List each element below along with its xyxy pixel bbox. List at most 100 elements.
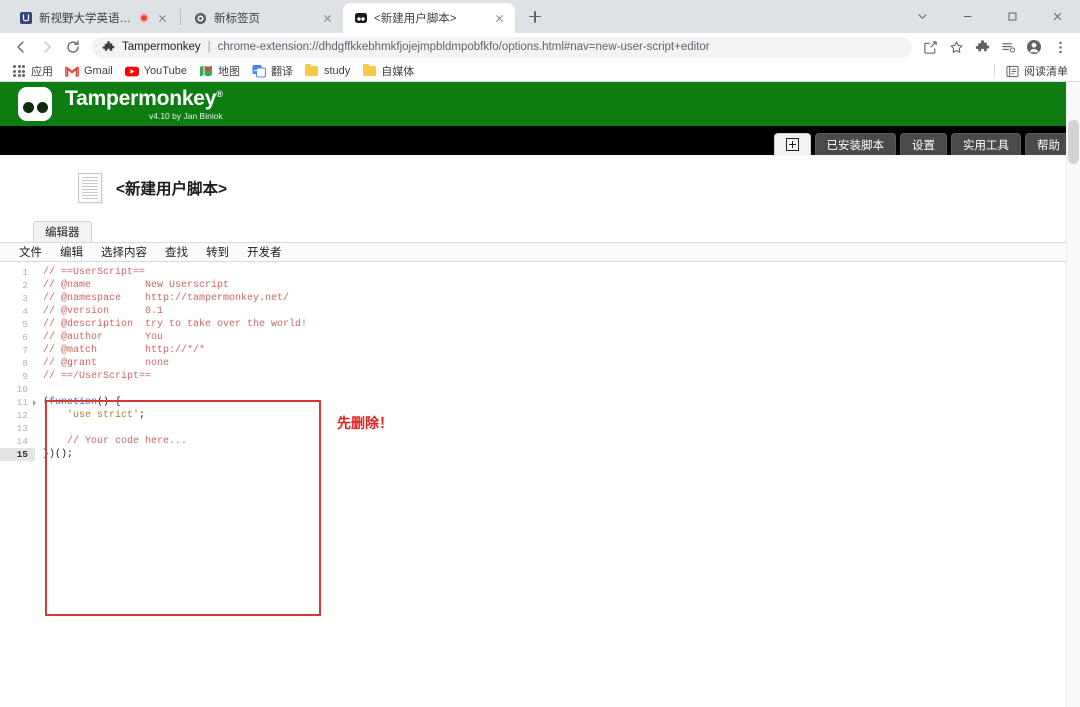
minimize-button[interactable]: [945, 0, 990, 33]
line-number: 14: [16, 436, 28, 447]
globe-icon: [193, 11, 208, 26]
bookmark-label: 自媒体: [381, 66, 415, 78]
annotation-text: 先删除！: [337, 416, 393, 432]
code-line: // @grant none: [35, 357, 1080, 370]
navigation-toolbar: Tampermonkey | chrome-extension://dhdgff…: [0, 33, 1080, 61]
menu-goto[interactable]: 转到: [197, 244, 238, 260]
line-number: 3: [22, 293, 28, 304]
tab-editor[interactable]: 编辑器: [33, 221, 92, 242]
bookmarks-divider: [994, 64, 995, 78]
brand-trademark: ®: [216, 88, 223, 99]
menu-developer[interactable]: 开发者: [238, 244, 291, 260]
line-number: 5: [22, 319, 28, 330]
bookmark-label: study: [323, 65, 351, 77]
script-document-icon: [78, 173, 102, 203]
menu-selection[interactable]: 选择内容: [92, 244, 156, 260]
bookmark-study-folder[interactable]: study: [299, 62, 356, 80]
line-number: 12: [16, 410, 28, 421]
profile-avatar-icon[interactable]: [1022, 35, 1046, 59]
page-scrollbar-track[interactable]: [1066, 82, 1080, 707]
maps-icon: [199, 64, 213, 78]
folder-icon: [362, 63, 376, 78]
page-scrollbar-thumb[interactable]: [1068, 120, 1079, 164]
star-icon[interactable]: [944, 35, 968, 59]
editor-line-number-gutter: 1 2 3 4 5 6 7 8 9 10 11 12 13 14 15: [0, 262, 36, 707]
reading-list-icon[interactable]: [996, 35, 1020, 59]
bookmark-apps[interactable]: 应用: [6, 61, 59, 81]
code-line: // ==UserScript==: [35, 266, 1080, 279]
brand-version: v4.10 by Jan Biniok: [148, 110, 223, 121]
address-bar[interactable]: Tampermonkey | chrome-extension://dhdgff…: [92, 36, 912, 58]
translate-icon: [252, 64, 266, 78]
code-editor[interactable]: 1 2 3 4 5 6 7 8 9 10 11 12 13 14 15 // ==UserScript== /…: [0, 262, 1080, 707]
code-token: function: [49, 397, 98, 408]
bookmark-label: 翻译: [270, 66, 293, 78]
line-number: 4: [22, 306, 28, 317]
back-button[interactable]: [8, 34, 34, 60]
line-number: 15: [0, 448, 35, 461]
tab-close-button[interactable]: [320, 11, 335, 26]
nav-tab-installed-scripts[interactable]: 已安装脚本: [814, 133, 896, 155]
extensions-puzzle-icon[interactable]: [970, 35, 994, 59]
code-token: // @grant none: [43, 358, 170, 369]
code-token: // @description try to take over the wor…: [43, 319, 308, 330]
code-token: ;: [139, 410, 146, 421]
tampermonkey-logo-icon: [18, 87, 52, 121]
reading-list-button[interactable]: 阅读清单: [999, 61, 1074, 81]
document-header: <新建用户脚本>: [0, 155, 1080, 203]
browser-window: 新视野大学英语（第三版） 新标签页 <新建用户脚本>: [0, 0, 1080, 707]
share-icon[interactable]: [918, 35, 942, 59]
browser-tab-2[interactable]: 新标签页: [183, 3, 343, 33]
tampermonkey-header: Tampermonkey® v4.10 by Jan Biniok: [0, 82, 1080, 126]
menu-edit[interactable]: 编辑: [51, 244, 92, 260]
bookmark-translate[interactable]: 翻译: [246, 61, 299, 81]
code-line: // @author You: [35, 331, 1080, 344]
bookmark-zimeiti-folder[interactable]: 自媒体: [356, 61, 420, 81]
bookmarks-bar: 应用 Gmail YouTube 地图 翻译 study 自媒体 阅读清单: [0, 61, 1080, 82]
plus-box-icon: [785, 138, 799, 151]
new-tab-button[interactable]: [521, 3, 549, 31]
line-number: 9: [22, 371, 28, 382]
reload-button[interactable]: [60, 34, 86, 60]
menu-find[interactable]: 查找: [156, 244, 197, 260]
forward-button[interactable]: [34, 34, 60, 60]
nav-tab-settings[interactable]: 设置: [900, 133, 947, 155]
three-dot-menu-icon[interactable]: [1048, 35, 1072, 59]
omnibox-divider: |: [207, 41, 211, 53]
code-token: })();: [43, 449, 74, 460]
line-number: 2: [22, 280, 28, 291]
nav-tab-utilities[interactable]: 实用工具: [951, 133, 1021, 155]
editor-code-area[interactable]: // ==UserScript== // @name New Userscript…: [35, 262, 1080, 707]
nav-tab-help[interactable]: 帮助: [1025, 133, 1072, 155]
code-line: // @description try to take over the wor…: [35, 318, 1080, 331]
tab-close-button[interactable]: [492, 11, 507, 26]
bookmark-gmail[interactable]: Gmail: [59, 62, 119, 80]
code-line: // @version 0.1: [35, 305, 1080, 318]
code-line: 'use strict';: [35, 409, 1080, 422]
close-button[interactable]: [1035, 0, 1080, 33]
bookmark-maps[interactable]: 地图: [193, 61, 246, 81]
menu-file[interactable]: 文件: [10, 244, 51, 260]
omnibox-extension-label: Tampermonkey: [122, 41, 201, 53]
reading-list-label: 阅读清单: [1024, 66, 1068, 78]
code-line: // ==/UserScript==: [35, 370, 1080, 383]
browser-tab-3-active[interactable]: <新建用户脚本>: [343, 3, 515, 33]
code-line: // @match http://*/*: [35, 344, 1080, 357]
tab-search-chevron-down-icon[interactable]: [900, 0, 945, 33]
window-controls: [900, 0, 1080, 33]
maximize-button[interactable]: [990, 0, 1035, 33]
brand-name: Tampermonkey: [65, 86, 217, 110]
tab-close-button[interactable]: [155, 11, 170, 26]
code-token: // Your code here...: [67, 436, 188, 447]
code-token: // @version 0.1: [43, 306, 164, 317]
browser-tab-1[interactable]: 新视野大学英语（第三版）: [8, 3, 178, 33]
u-book-icon: [18, 11, 33, 26]
code-token: // @match http://*/*: [43, 345, 206, 356]
line-number: 13: [16, 423, 28, 434]
code-token: // ==/UserScript==: [43, 371, 152, 382]
bookmark-youtube[interactable]: YouTube: [119, 62, 193, 80]
nav-tab-new-script[interactable]: [773, 133, 811, 155]
